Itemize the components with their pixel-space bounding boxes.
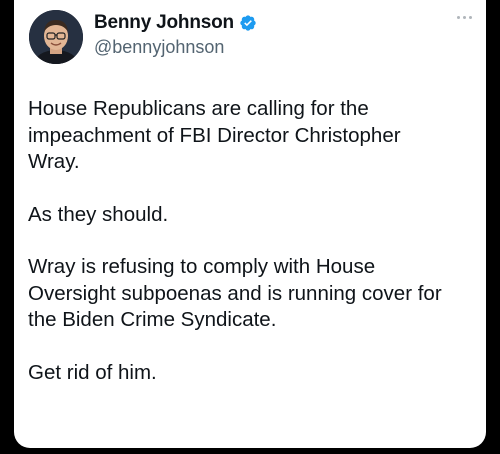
tweet-paragraph: Wray is refusing to comply with House Ov… bbox=[28, 255, 442, 331]
more-dot bbox=[457, 16, 460, 19]
more-dot bbox=[463, 16, 466, 19]
author-display-name[interactable]: Benny Johnson bbox=[94, 12, 234, 34]
verified-badge-icon bbox=[240, 15, 256, 31]
tweet-card: Benny Johnson @bennyjohnson House Republ… bbox=[14, 0, 486, 448]
tweet-paragraph: As they should. bbox=[28, 202, 169, 226]
more-dot bbox=[469, 16, 472, 19]
tweet-text: House Republicans are calling for the im… bbox=[28, 96, 478, 412]
author-name-row[interactable]: Benny Johnson bbox=[94, 12, 257, 34]
author-handle[interactable]: @bennyjohnson bbox=[94, 37, 224, 58]
tweet-paragraph: House Republicans are calling for the im… bbox=[28, 97, 401, 173]
tweet-paragraph: Get rid of him. bbox=[28, 360, 157, 384]
avatar[interactable] bbox=[29, 10, 83, 64]
more-options-icon[interactable] bbox=[457, 16, 472, 19]
avatar-photo bbox=[29, 10, 83, 64]
